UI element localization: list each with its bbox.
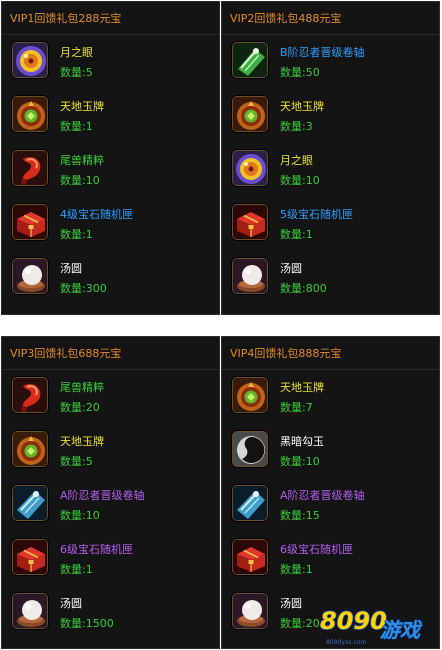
panel-title: VIP4回馈礼包888元宝 <box>222 337 439 370</box>
item-name: 6级宝石随机匣 <box>60 543 133 556</box>
item-name: 汤圆 <box>60 262 82 275</box>
vip2-gift-panel: VIP2回馈礼包488元宝 B阶忍者晋级卷轴 数量:50 天地玉牌 数量:3 月之眼 数量:… <box>221 1 440 315</box>
item-name: B阶忍者晋级卷轴 <box>280 46 365 59</box>
reward-item: 汤圆数量:1500 <box>2 586 219 640</box>
item-name: A阶忍者晋级卷轴 <box>280 489 365 502</box>
item-quantity: 数量:300 <box>60 282 107 295</box>
reward-item: 天地玉牌数量:7 <box>222 370 439 424</box>
item-quantity: 数量:1 <box>280 228 313 241</box>
item-name: 汤圆 <box>60 597 82 610</box>
item-quantity: 数量:10 <box>280 174 320 187</box>
item-quantity: 数量:3 <box>280 120 313 133</box>
item-name: 汤圆 <box>280 262 302 275</box>
item-quantity: 数量:1 <box>60 228 93 241</box>
panel-title: VIP1回馈礼包288元宝 <box>2 2 219 35</box>
item-name: 天地玉牌 <box>60 435 104 448</box>
item-quantity: 数量:5 <box>60 455 93 468</box>
green-scroll-icon <box>232 42 268 78</box>
item-name: 天地玉牌 <box>60 100 104 113</box>
item-name: 月之眼 <box>280 154 313 167</box>
item-quantity: 数量:5 <box>60 66 93 79</box>
reward-item: 天地玉牌数量:1 <box>2 89 219 143</box>
svg-text:8090: 8090 <box>320 607 387 635</box>
item-name: 黑暗勾玉 <box>280 435 324 448</box>
item-name: 天地玉牌 <box>280 100 324 113</box>
item-quantity: 数量:7 <box>280 401 313 414</box>
item-quantity: 数量:10 <box>280 455 320 468</box>
item-name: 月之眼 <box>60 46 93 59</box>
reward-item: 汤圆数量:300 <box>2 251 219 305</box>
moon-eye-icon <box>232 150 268 186</box>
beast-essence-icon <box>12 150 48 186</box>
jade-token-icon <box>232 377 268 413</box>
reward-item: 月之眼数量:10 <box>222 143 439 197</box>
tangyuan-icon <box>12 258 48 294</box>
reward-item: 尾兽精粹数量:10 <box>2 143 219 197</box>
blue-scroll-icon <box>232 485 268 521</box>
blue-scroll-icon <box>12 485 48 521</box>
reward-item: 天地玉牌数量:5 <box>2 424 219 478</box>
item-quantity: 数量:1500 <box>60 617 114 630</box>
reward-item: 5级宝石随机匣 数量:1 <box>222 197 439 251</box>
tangyuan-icon <box>232 258 268 294</box>
vip3-gift-panel: VIP3回馈礼包688元宝 尾兽精粹 数量:20 天地玉牌 数量:5 A阶忍者晋级卷轴 数量… <box>1 336 220 649</box>
8090-watermark-logo: 8090 游戏 8090yxs.com <box>319 606 423 646</box>
item-quantity: 数量:1 <box>280 563 313 576</box>
panel-title: VIP2回馈礼包488元宝 <box>222 2 439 35</box>
reward-item: 汤圆数量:800 <box>222 251 439 305</box>
item-name: 5级宝石随机匣 <box>280 208 353 221</box>
item-name: 天地玉牌 <box>280 381 324 394</box>
tangyuan-icon <box>12 593 48 629</box>
moon-eye-icon <box>12 42 48 78</box>
reward-item: 月之眼数量:5 <box>2 35 219 89</box>
gem-chest-icon <box>12 204 48 240</box>
panel-title: VIP3回馈礼包688元宝 <box>2 337 219 370</box>
item-name: 汤圆 <box>280 597 302 610</box>
gem-chest-icon <box>232 204 268 240</box>
reward-item: 黑暗勾玉数量:10 <box>222 424 439 478</box>
reward-item: A阶忍者晋级卷轴 数量:15 <box>222 478 439 532</box>
reward-item: 天地玉牌数量:3 <box>222 89 439 143</box>
item-name: 尾兽精粹 <box>60 381 104 394</box>
item-name: 4级宝石随机匣 <box>60 208 133 221</box>
reward-item: A阶忍者晋级卷轴 数量:10 <box>2 478 219 532</box>
reward-item: 4级宝石随机匣 数量:1 <box>2 197 219 251</box>
svg-text:游戏: 游戏 <box>380 618 423 642</box>
item-quantity: 数量:15 <box>280 509 320 522</box>
item-quantity: 数量:10 <box>60 509 100 522</box>
jade-token-icon <box>232 96 268 132</box>
item-quantity: 数量:20 <box>60 401 100 414</box>
svg-text:8090yxs.com: 8090yxs.com <box>326 639 366 646</box>
item-name: 尾兽精粹 <box>60 154 104 167</box>
gem-chest-icon <box>12 539 48 575</box>
reward-item: 6级宝石随机匣 数量:1 <box>2 532 219 586</box>
item-quantity: 数量:10 <box>60 174 100 187</box>
reward-item: 6级宝石随机匣 数量:1 <box>222 532 439 586</box>
dark-magatama-icon <box>232 431 268 467</box>
jade-token-icon <box>12 96 48 132</box>
beast-essence-icon <box>12 377 48 413</box>
item-quantity: 数量:20 <box>280 617 320 630</box>
item-quantity: 数量:50 <box>280 66 320 79</box>
tangyuan-icon <box>232 593 268 629</box>
gem-chest-icon <box>232 539 268 575</box>
vip1-gift-panel: VIP1回馈礼包288元宝 月之眼 数量:5 天地玉牌 数量:1 尾兽精粹 数量:10 4级宝… <box>1 1 220 315</box>
jade-token-icon <box>12 431 48 467</box>
item-quantity: 数量:800 <box>280 282 327 295</box>
item-quantity: 数量:1 <box>60 120 93 133</box>
item-name: 6级宝石随机匣 <box>280 543 353 556</box>
reward-item: B阶忍者晋级卷轴 数量:50 <box>222 35 439 89</box>
reward-item: 尾兽精粹数量:20 <box>2 370 219 424</box>
item-quantity: 数量:1 <box>60 563 93 576</box>
item-name: A阶忍者晋级卷轴 <box>60 489 145 502</box>
